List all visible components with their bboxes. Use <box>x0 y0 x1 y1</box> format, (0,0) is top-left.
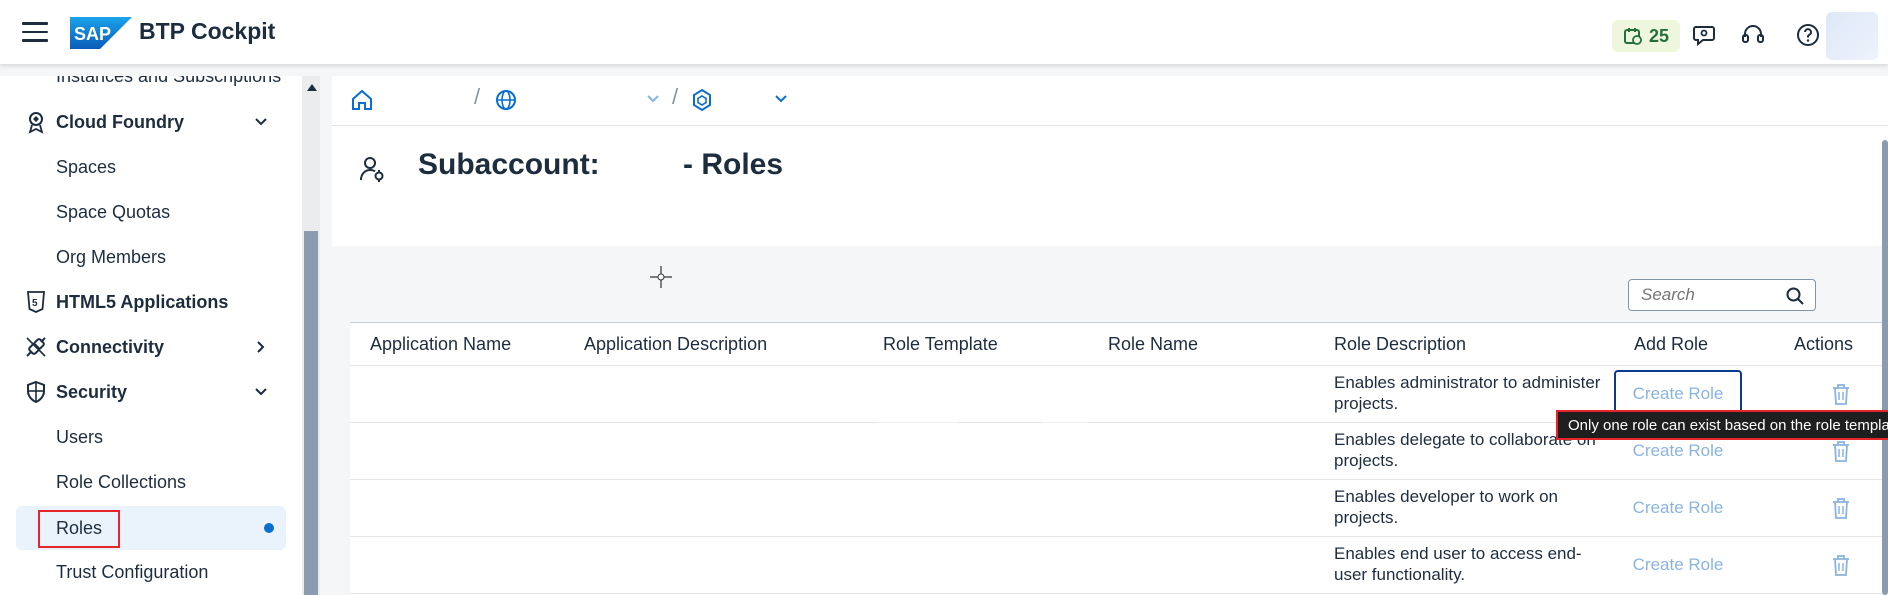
app-title: BTP Cockpit <box>139 18 276 44</box>
sidebar-item-spaces[interactable]: Spaces <box>0 145 290 189</box>
table-row[interactable]: Enables developer to work on projects. C… <box>350 480 1888 537</box>
support-headset-icon[interactable] <box>1740 22 1766 48</box>
help-icon[interactable] <box>1795 22 1821 48</box>
side-navigation: Instances and Subscriptions Cloud Foundr… <box>0 76 302 595</box>
column-header-role-name[interactable]: Role Name <box>1108 323 1198 365</box>
role-description-cell: Enables administrator to administer proj… <box>1334 373 1601 413</box>
tooltip: Only one role can exist based on the rol… <box>1556 410 1888 440</box>
notification-button[interactable]: 25 <box>1612 20 1680 52</box>
sidebar-item-space-quotas[interactable]: Space Quotas <box>0 190 290 234</box>
cloud-foundry-icon <box>28 112 44 134</box>
sidebar-item-html5-applications[interactable]: 5 HTML5 Applications <box>0 280 290 324</box>
sidebar-item-label: Instances and Subscriptions <box>56 76 281 87</box>
search-icon[interactable] <box>1785 286 1805 306</box>
shell-bar: SAP BTP Cockpit 25 <box>0 0 1888 64</box>
sidebar-item-role-collections[interactable]: Role Collections <box>0 460 290 504</box>
sidebar-scrollbar[interactable] <box>302 76 320 595</box>
menu-icon[interactable] <box>22 22 48 44</box>
delete-icon[interactable] <box>1830 439 1852 463</box>
avatar[interactable] <box>1826 12 1878 60</box>
sidebar-item-label: HTML5 Applications <box>56 291 229 312</box>
connectivity-icon <box>26 337 46 357</box>
notification-count: 25 <box>1648 25 1670 46</box>
html5-icon: 5 <box>27 291 45 313</box>
subaccount-icon[interactable] <box>690 88 714 112</box>
create-role-button[interactable]: Create Role <box>1614 541 1742 589</box>
sidebar-item-label: Org Members <box>56 246 167 267</box>
sidebar-item-label: Roles <box>56 517 103 538</box>
column-header-application-name[interactable]: Application Name <box>370 323 511 365</box>
chevron-down-icon[interactable] <box>254 115 268 129</box>
sidebar-item-label: Cloud Foundry <box>56 111 184 132</box>
column-header-actions[interactable]: Actions <box>1794 323 1853 365</box>
sidebar-item-connectivity[interactable]: Connectivity <box>0 325 290 369</box>
delete-icon[interactable] <box>1830 496 1852 520</box>
svg-text:SAP: SAP <box>74 24 111 44</box>
search-field[interactable] <box>1628 279 1816 311</box>
column-header-role-description[interactable]: Role Description <box>1334 323 1466 365</box>
sidebar-item-label: Space Quotas <box>56 201 171 222</box>
sidebar-item-label: Security <box>56 381 128 402</box>
sidebar-item-security[interactable]: Security <box>0 370 290 414</box>
delete-icon[interactable] <box>1830 553 1852 577</box>
main-scrollbar[interactable] <box>1882 140 1888 595</box>
breadcrumb-separator: / <box>672 84 679 109</box>
column-header-application-description[interactable]: Application Description <box>584 323 767 365</box>
sidebar-item-trust-configuration[interactable]: Trust Configuration <box>0 550 290 594</box>
sidebar-item-users[interactable]: Users <box>0 415 290 459</box>
sidebar-item-cloud-foundry[interactable]: Cloud Foundry <box>0 100 290 144</box>
sidebar-item-roles[interactable]: Roles <box>16 506 286 550</box>
breadcrumb-separator: / <box>474 84 481 109</box>
create-role-button[interactable]: Create Role <box>1614 484 1742 532</box>
sap-logo[interactable]: SAP <box>70 17 132 49</box>
sidebar-item-label: Trust Configuration <box>56 561 209 582</box>
sidebar-item-label: Role Collections <box>56 471 187 492</box>
sidebar-item-label: Users <box>56 426 104 447</box>
sidebar-item-org-members[interactable]: Org Members <box>0 235 290 279</box>
crosshair-cursor-icon <box>650 266 672 288</box>
shield-icon <box>27 380 45 404</box>
chevron-down-icon[interactable] <box>774 92 788 106</box>
column-header-role-template[interactable]: Role Template <box>883 323 998 365</box>
chevron-down-icon[interactable] <box>646 92 660 106</box>
chevron-right-icon[interactable] <box>254 340 268 354</box>
search-input[interactable] <box>1641 285 1781 305</box>
main-content: / / Subaccount: - Roles Search Applicati… <box>332 76 1888 595</box>
sidebar-item-instances-and-subscriptions[interactable]: Instances and Subscriptions <box>0 76 290 98</box>
selected-indicator <box>264 523 274 533</box>
scrollbar-thumb[interactable] <box>304 231 318 595</box>
page-title: Subaccount: - Roles <box>418 148 784 181</box>
sidebar-item-label: Spaces <box>56 156 117 177</box>
chevron-down-icon[interactable] <box>254 385 268 399</box>
notification-calendar-icon <box>1623 28 1642 45</box>
table-row[interactable]: Enables end user to access end-user func… <box>350 537 1888 594</box>
home-icon[interactable] <box>350 88 374 112</box>
globe-icon[interactable] <box>494 88 518 112</box>
page-header: Subaccount: - Roles <box>332 126 1888 246</box>
feedback-icon[interactable] <box>1692 22 1718 48</box>
user-roles-icon <box>360 157 384 182</box>
role-description-cell: Enables developer to work on projects. <box>1334 487 1558 527</box>
role-description-cell: Enables end user to access end-user func… <box>1334 544 1582 584</box>
delete-icon[interactable] <box>1830 382 1852 406</box>
roles-table: Application Name Application Description… <box>350 322 1888 595</box>
svg-text:5: 5 <box>32 298 38 309</box>
breadcrumb: / / <box>332 76 1888 126</box>
sidebar-item-label: Connectivity <box>56 336 165 357</box>
column-header-add-role[interactable]: Add Role <box>1634 323 1708 365</box>
scroll-up-arrow-icon[interactable] <box>307 84 317 91</box>
